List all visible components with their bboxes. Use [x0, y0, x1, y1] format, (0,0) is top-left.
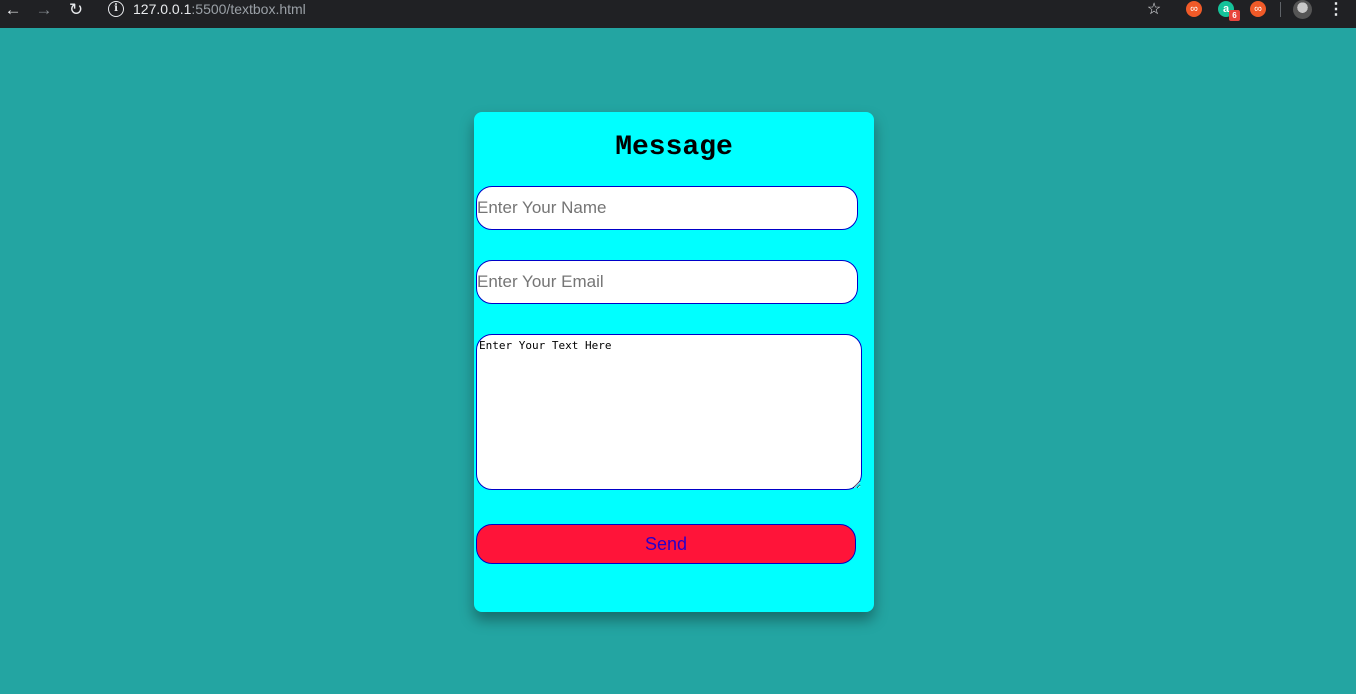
info-icon[interactable]: i [108, 1, 124, 17]
star-icon[interactable]: ☆ [1144, 0, 1164, 20]
page-title: Message [615, 132, 733, 163]
back-arrow-icon[interactable]: ← [3, 0, 23, 20]
reload-icon[interactable]: ↻ [66, 0, 86, 20]
profile-avatar[interactable] [1293, 0, 1312, 19]
url-host: 127.0.0.1 [133, 1, 192, 17]
message-card: Message Send [474, 112, 874, 612]
more-menu-icon[interactable]: ⋮ [1328, 0, 1344, 20]
toolbar-divider [1280, 2, 1281, 17]
extension-badge: 6 [1229, 10, 1240, 21]
browser-toolbar: ← → ↻ i 127.0.0.1:5500/textbox.html ☆ ∞ … [0, 0, 1356, 28]
infinity-extension-icon[interactable]: ∞ [1186, 1, 1202, 17]
name-input[interactable] [476, 186, 858, 230]
email-input[interactable] [476, 260, 858, 304]
message-textarea[interactable] [476, 334, 862, 490]
address-bar[interactable]: 127.0.0.1:5500/textbox.html [133, 1, 306, 18]
forward-arrow-icon[interactable]: → [34, 0, 54, 20]
send-button[interactable]: Send [476, 524, 856, 564]
url-path: :5500/textbox.html [191, 1, 306, 17]
infinity-extension-icon-2[interactable]: ∞ [1250, 1, 1266, 17]
